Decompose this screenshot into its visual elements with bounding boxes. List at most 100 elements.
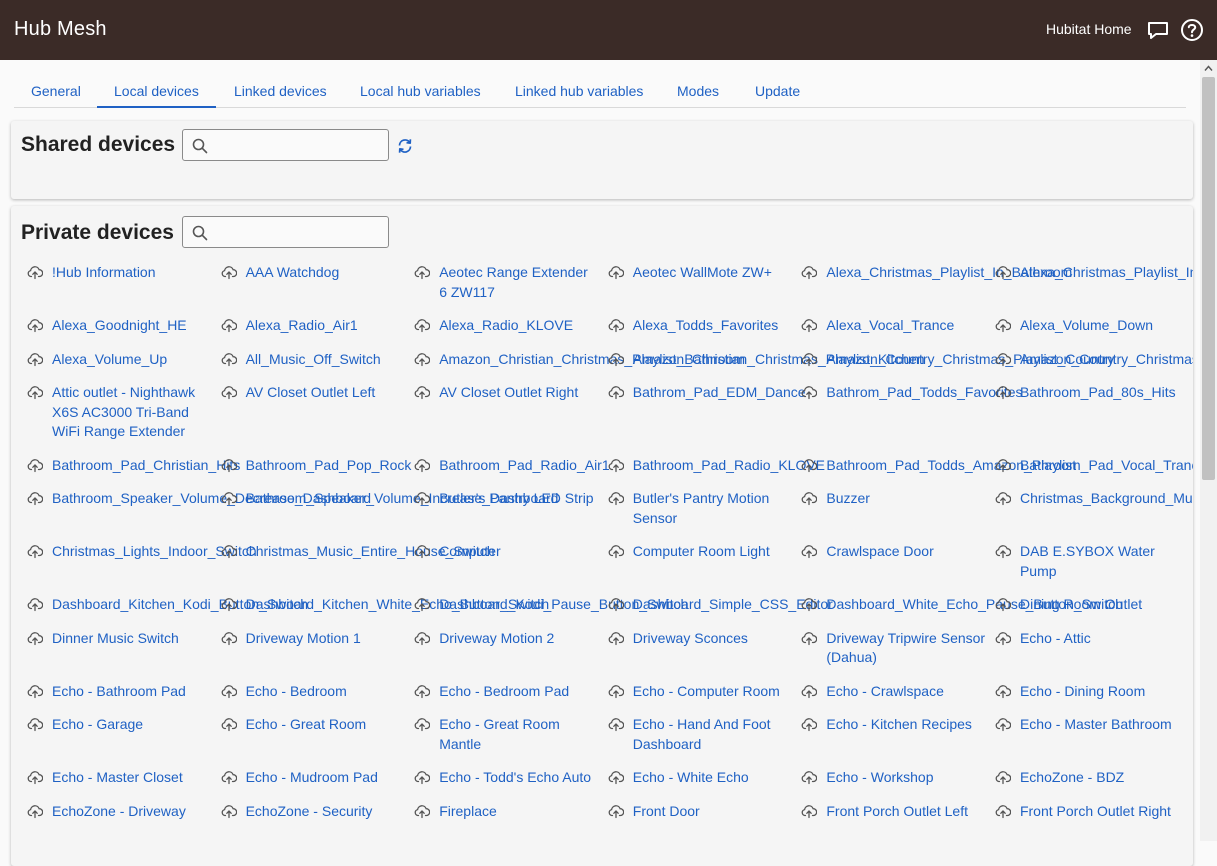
device-link[interactable]: Alexa_Radio_KLOVE — [439, 316, 599, 336]
device-item[interactable]: Echo - Workshop — [801, 768, 995, 788]
device-link[interactable]: Echo - Bedroom — [246, 682, 406, 702]
device-link[interactable]: Echo - Bedroom Pad — [439, 682, 599, 702]
device-link[interactable]: AV Closet Outlet Right — [439, 383, 599, 403]
device-link[interactable]: Butler's Pantry LED Strip — [439, 489, 599, 509]
device-link[interactable]: Crawlspace Door — [826, 542, 986, 562]
device-item[interactable]: Dashboard_Kodi_Pause_Button_Switch — [414, 595, 688, 615]
device-item[interactable]: Driveway Motion 2 — [414, 629, 608, 649]
device-item[interactable]: Alexa_Todds_Favorites — [608, 316, 802, 336]
device-link[interactable]: Echo - Todd's Echo Auto — [439, 768, 599, 788]
device-item[interactable]: Echo - Dining Room — [995, 682, 1189, 702]
device-link[interactable]: Bathroom_Pad_Vocal_Trance — [1020, 456, 1193, 476]
tab-general[interactable]: General — [14, 72, 98, 108]
device-item[interactable]: !Hub Information — [27, 263, 221, 283]
refresh-icon[interactable] — [396, 137, 414, 155]
device-item[interactable]: All_Music_Off_Switch — [221, 350, 415, 370]
device-link[interactable]: Bathrom_Pad_EDM_Dance — [633, 383, 806, 403]
device-item[interactable]: Echo - White Echo — [608, 768, 802, 788]
device-link[interactable]: Amazon_Christian_Christmas_Playlist_Bath… — [439, 350, 745, 370]
private-devices-search[interactable] — [182, 216, 389, 248]
device-link[interactable]: Christmas_Music_Entire_House_Switch — [246, 542, 495, 562]
device-item[interactable]: Bathrom_Pad_EDM_Dance — [608, 383, 806, 403]
device-link[interactable]: EchoZone - Driveway — [52, 802, 212, 822]
scrollbar-thumb[interactable] — [1202, 77, 1215, 480]
device-link[interactable]: !Hub Information — [52, 263, 212, 283]
device-item[interactable]: EchoZone - BDZ — [995, 768, 1189, 788]
device-item[interactable]: Driveway Motion 1 — [221, 629, 415, 649]
device-link[interactable]: Christmas_Lights_Indoor_Switch — [52, 542, 257, 562]
device-link[interactable]: Dashboard_White_Echo_Pause_Button_Switch — [826, 595, 1123, 615]
device-link[interactable]: Driveway Motion 2 — [439, 629, 599, 649]
device-item[interactable]: Alexa_Vocal_Trance — [801, 316, 995, 336]
device-link[interactable]: Bathroom_Pad_80s_Hits — [1020, 383, 1180, 403]
device-item[interactable]: AAA Watchdog — [221, 263, 415, 283]
device-item[interactable]: Alexa_Volume_Up — [27, 350, 221, 370]
device-item[interactable]: Front Door — [608, 802, 802, 822]
device-link[interactable]: Alexa_Todds_Favorites — [633, 316, 793, 336]
device-item[interactable]: Fireplace — [414, 802, 608, 822]
device-item[interactable]: Computer Room Light — [608, 542, 802, 562]
device-item[interactable]: Echo - Bedroom Pad — [414, 682, 608, 702]
device-item[interactable]: EchoZone - Security — [221, 802, 415, 822]
shared-devices-search-input[interactable] — [215, 134, 383, 156]
device-link[interactable]: Echo - Computer Room — [633, 682, 793, 702]
device-link[interactable]: Echo - Mudroom Pad — [246, 768, 406, 788]
device-link[interactable]: Front Porch Outlet Right — [1020, 802, 1180, 822]
device-link[interactable]: Echo - Great Room Mantle — [439, 715, 599, 754]
device-item[interactable]: Echo - Kitchen Recipes — [801, 715, 995, 735]
device-item[interactable]: Amazon_Christian_Christmas_Playlist_Bath… — [414, 350, 745, 370]
device-link[interactable]: Echo - Dining Room — [1020, 682, 1180, 702]
device-link[interactable]: Alexa_Volume_Up — [52, 350, 212, 370]
device-item[interactable]: Echo - Bedroom — [221, 682, 415, 702]
tab-local-devices[interactable]: Local devices — [97, 72, 216, 108]
device-item[interactable]: Christmas_Background_Music — [995, 489, 1193, 509]
device-item[interactable]: Echo - Attic — [995, 629, 1189, 649]
device-item[interactable]: Alexa_Radio_KLOVE — [414, 316, 608, 336]
device-link[interactable]: Dashboard_Kodi_Pause_Button_Switch — [439, 595, 688, 615]
device-link[interactable]: Bathroom_Speaker_Volume_Increase_Dashboa… — [246, 489, 559, 509]
device-item[interactable]: Buzzer — [801, 489, 995, 509]
device-item[interactable]: Bathrom_Pad_Todds_Favorites — [801, 383, 1022, 403]
device-item[interactable]: Bathroom_Pad_Radio_KLOVE — [608, 456, 825, 476]
device-link[interactable]: Bathroom_Pad_Pop_Rock — [246, 456, 412, 476]
device-item[interactable]: Computer — [414, 542, 608, 562]
device-item[interactable]: Alexa_Radio_Air1 — [221, 316, 415, 336]
device-link[interactable]: Echo - Master Bathroom — [1020, 715, 1180, 735]
tab-linked-devices[interactable]: Linked devices — [217, 72, 344, 108]
device-link[interactable]: Buzzer — [826, 489, 986, 509]
device-item[interactable]: Echo - Crawlspace — [801, 682, 995, 702]
device-link[interactable]: Christmas_Background_Music — [1020, 489, 1193, 509]
device-item[interactable]: Butler's Pantry LED Strip — [414, 489, 608, 509]
device-item[interactable]: Bathroom_Speaker_Volume_Increase_Dashboa… — [221, 489, 559, 509]
device-item[interactable]: Dashboard_Kitchen_White_Echo_Button_Swit… — [221, 595, 549, 615]
device-link[interactable]: Fireplace — [439, 802, 599, 822]
device-item[interactable]: Crawlspace Door — [801, 542, 995, 562]
device-item[interactable]: Dashboard_Kitchen_Kodi_Button_Switch — [27, 595, 308, 615]
device-link[interactable]: Dinner Music Switch — [52, 629, 212, 649]
device-link[interactable]: Bathroom_Speaker_Volume_Decrease_Dashboa… — [52, 489, 371, 509]
device-item[interactable]: Echo - Hand And Foot Dashboard — [608, 715, 802, 754]
device-link[interactable]: Bathroom_Pad_Radio_KLOVE — [633, 456, 825, 476]
device-item[interactable]: Echo - Computer Room — [608, 682, 802, 702]
device-link[interactable]: Echo - Master Closet — [52, 768, 212, 788]
device-link[interactable]: Echo - Garage — [52, 715, 212, 735]
tab-modes[interactable]: Modes — [660, 72, 736, 108]
device-item[interactable]: Alexa_Christmas_Playlist_In_ — [995, 263, 1193, 283]
device-item[interactable]: Dining Room Outlet — [995, 595, 1189, 615]
device-link[interactable]: Computer Room Light — [633, 542, 793, 562]
device-link[interactable]: Alexa_Goodnight_HE — [52, 316, 212, 336]
device-link[interactable]: Alexa_Christmas_Playlist_In_Bathroom — [826, 263, 1072, 283]
tab-update[interactable]: Update — [738, 72, 817, 108]
device-link[interactable]: Amazon_Country_Christmas_ — [1020, 350, 1193, 370]
device-item[interactable]: Aeotec WallMote ZW+ — [608, 263, 802, 283]
device-link[interactable]: Front Porch Outlet Left — [826, 802, 986, 822]
device-item[interactable]: Dinner Music Switch — [27, 629, 221, 649]
device-link[interactable]: Echo - Great Room — [246, 715, 406, 735]
device-item[interactable]: Bathroom_Pad_Christian_Hits — [27, 456, 240, 476]
device-link[interactable]: Echo - Workshop — [826, 768, 986, 788]
device-link[interactable]: Echo - Crawlspace — [826, 682, 986, 702]
device-link[interactable]: EchoZone - BDZ — [1020, 768, 1180, 788]
device-link[interactable]: Amazon_Country_Christmas_Playlist_Countr… — [826, 350, 1114, 370]
device-link[interactable]: Driveway Sconces — [633, 629, 793, 649]
device-item[interactable]: Driveway Sconces — [608, 629, 802, 649]
